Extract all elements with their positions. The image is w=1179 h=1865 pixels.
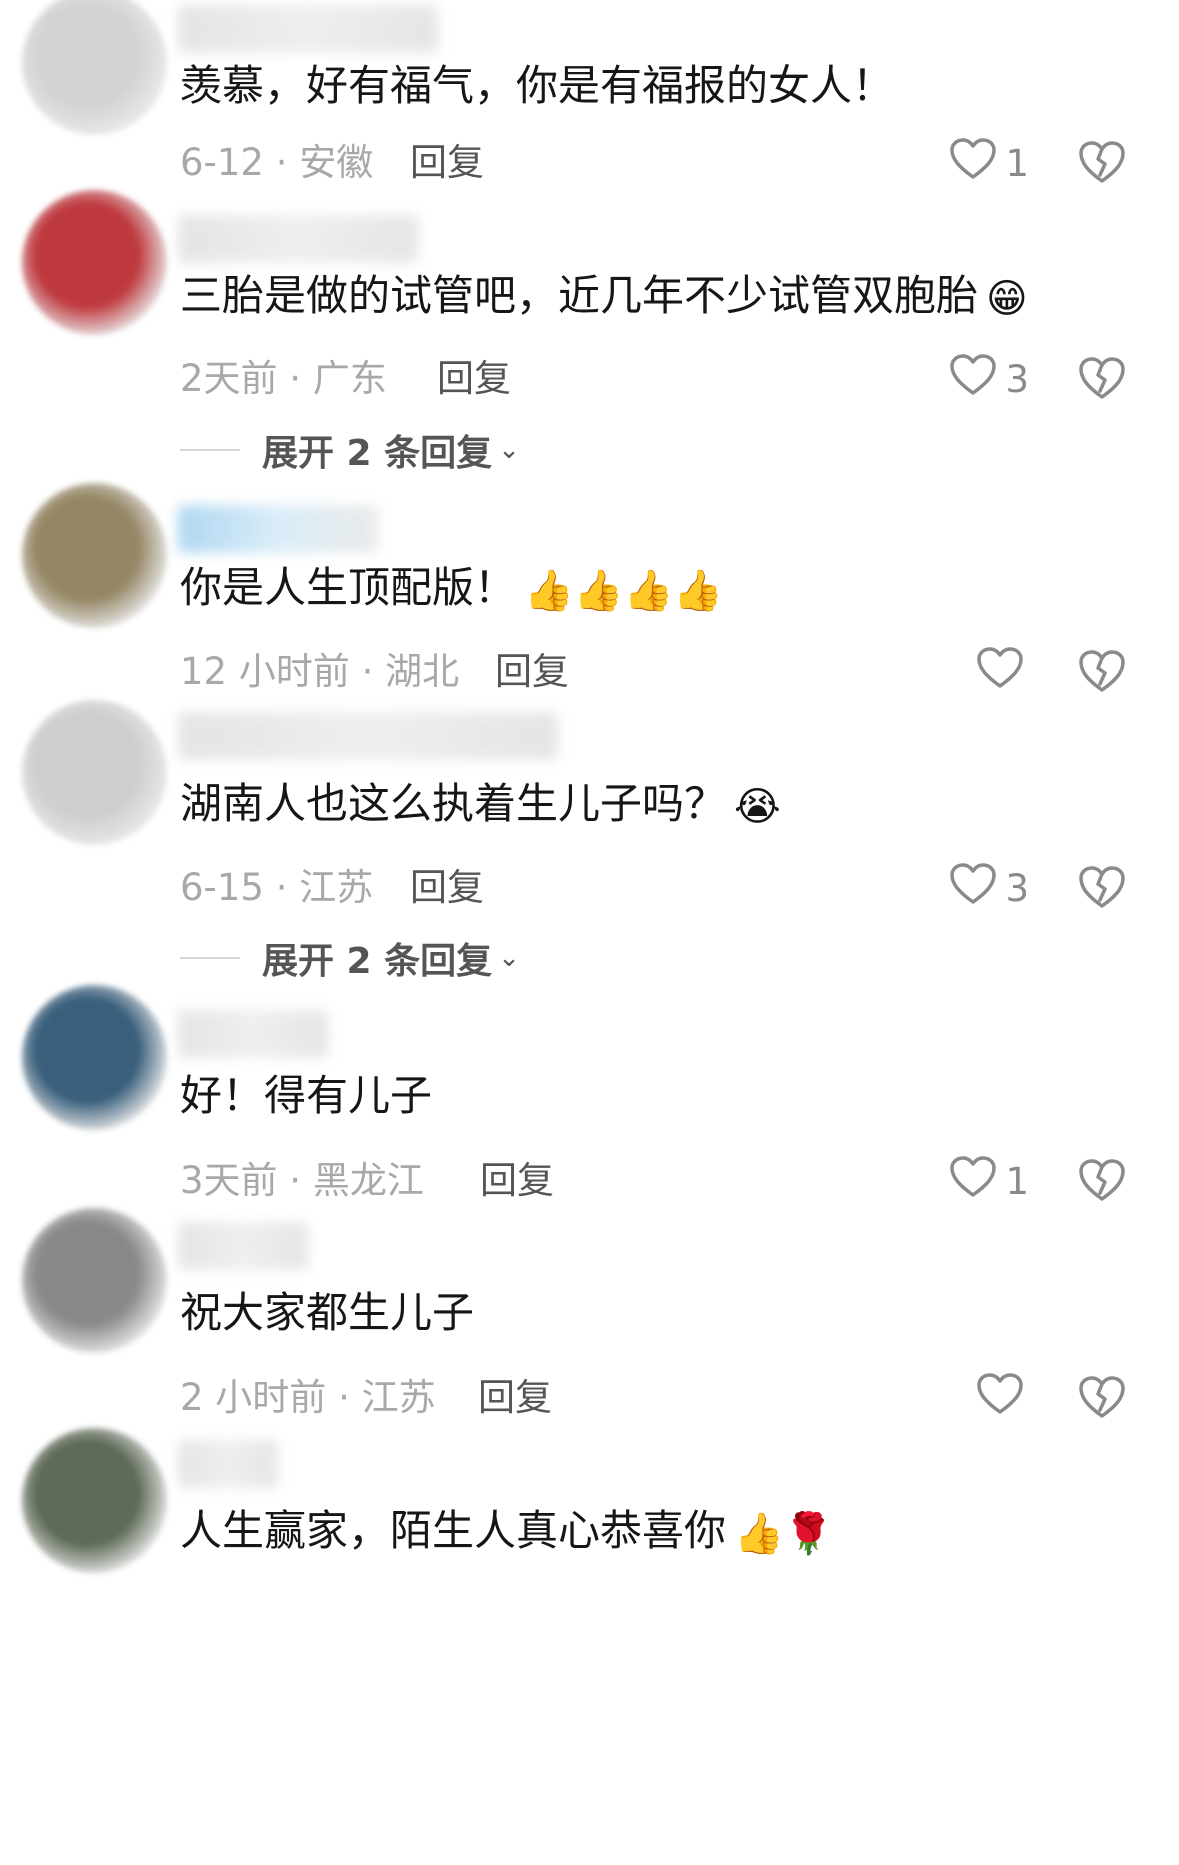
divider-line: [180, 449, 240, 451]
broken-heart-icon: [1077, 1376, 1127, 1426]
comment-meta: 6-15 · 江苏: [180, 866, 374, 909]
comment-body: 羡慕，好有福气，你是有福报的女人！: [180, 61, 895, 110]
comment-text: 好！得有儿子: [180, 1068, 432, 1124]
username-redacted[interactable]: [178, 1440, 278, 1488]
reply-button[interactable]: 回复: [478, 1374, 552, 1422]
username-redacted[interactable]: [178, 1222, 308, 1270]
avatar[interactable]: [22, 1428, 167, 1573]
comment-meta: 12 小时前 · 湖北: [180, 650, 460, 693]
comment-body: 你是人生顶配版！: [180, 563, 517, 612]
broken-heart-icon: [1077, 1159, 1127, 1209]
username-redacted[interactable]: [178, 215, 418, 263]
avatar[interactable]: [22, 700, 167, 845]
like-button[interactable]: 1: [949, 137, 1029, 189]
avatar[interactable]: [22, 1208, 167, 1353]
avatar[interactable]: [22, 985, 167, 1130]
like-count: 1: [1005, 1159, 1029, 1203]
comment-meta: 3天前 · 黑龙江: [180, 1159, 424, 1202]
username-redacted[interactable]: [178, 1010, 328, 1058]
dislike-button[interactable]: [1077, 353, 1127, 403]
heart-outline-icon: [949, 353, 997, 406]
like-button[interactable]: 3: [949, 862, 1029, 914]
comment-body: 祝大家都生儿子: [180, 1288, 475, 1337]
like-count: 3: [1005, 866, 1029, 910]
comment-text: 祝大家都生儿子: [180, 1285, 474, 1341]
comment-emoji: 😭: [734, 783, 781, 830]
expand-replies-label: 展开 2 条回复: [262, 941, 493, 982]
comment-meta: 2天前 · 广东: [180, 357, 387, 400]
broken-heart-icon: [1077, 650, 1127, 700]
like-button[interactable]: 1: [949, 1155, 1029, 1207]
reply-button[interactable]: 回复: [410, 139, 484, 187]
avatar[interactable]: [22, 190, 167, 335]
reply-button[interactable]: 回复: [495, 648, 569, 696]
heart-outline-icon: [949, 1155, 997, 1208]
like-count: 3: [1005, 357, 1029, 401]
comment-meta: 2 小时前 · 江苏: [180, 1376, 436, 1419]
broken-heart-icon: [1077, 357, 1127, 407]
dislike-button[interactable]: [1077, 137, 1127, 187]
broken-heart-icon: [1077, 141, 1127, 191]
comment-body: 三胎是做的试管吧，近几年不少试管双胞胎: [180, 271, 979, 320]
comment-emoji: 👍🌹: [734, 1510, 834, 1557]
comment-text: 羡慕，好有福气，你是有福报的女人！: [180, 58, 894, 114]
comment-emoji: 😁: [986, 275, 1028, 322]
chevron-down-icon: ⌄: [498, 435, 520, 465]
like-button[interactable]: [976, 1372, 1024, 1424]
reply-button[interactable]: 回复: [410, 864, 484, 912]
comment-meta: 6-12 · 安徽: [180, 141, 374, 184]
username-redacted[interactable]: [178, 712, 558, 760]
avatar[interactable]: [22, 483, 167, 628]
dislike-button[interactable]: [1077, 1155, 1127, 1205]
heart-outline-icon: [976, 1372, 1024, 1425]
comment-text: 三胎是做的试管吧，近几年不少试管双胞胎 😁: [180, 268, 1028, 327]
dislike-button[interactable]: [1077, 1372, 1127, 1422]
divider-line: [180, 957, 240, 959]
expand-replies-button[interactable]: 展开 2 条回复 ⌄: [180, 425, 520, 475]
like-button[interactable]: [976, 646, 1024, 698]
heart-outline-icon: [976, 646, 1024, 699]
comment-body: 湖南人也这么执着生儿子吗？: [180, 779, 727, 828]
chevron-down-icon: ⌄: [498, 943, 520, 973]
reply-button[interactable]: 回复: [437, 355, 511, 403]
heart-outline-icon: [949, 137, 997, 190]
broken-heart-icon: [1077, 866, 1127, 916]
comment-text: 你是人生顶配版！ 👍👍👍👍: [180, 560, 723, 619]
like-button[interactable]: 3: [949, 353, 1029, 405]
comment-emoji: 👍👍👍👍: [524, 567, 724, 614]
comment-body: 人生赢家，陌生人真心恭喜你: [180, 1506, 727, 1555]
username-redacted[interactable]: [178, 505, 378, 553]
username-redacted[interactable]: [178, 5, 438, 53]
comment-text: 湖南人也这么执着生儿子吗？ 😭: [180, 776, 781, 835]
like-count: 1: [1005, 141, 1029, 185]
expand-replies-label: 展开 2 条回复: [262, 433, 493, 474]
reply-button[interactable]: 回复: [480, 1157, 554, 1205]
expand-replies-button[interactable]: 展开 2 条回复 ⌄: [180, 933, 520, 983]
dislike-button[interactable]: [1077, 646, 1127, 696]
dislike-button[interactable]: [1077, 862, 1127, 912]
avatar[interactable]: [22, 0, 167, 135]
comment-text: 人生赢家，陌生人真心恭喜你 👍🌹: [180, 1503, 834, 1562]
heart-outline-icon: [949, 862, 997, 915]
comment-body: 好！得有儿子: [180, 1071, 433, 1120]
